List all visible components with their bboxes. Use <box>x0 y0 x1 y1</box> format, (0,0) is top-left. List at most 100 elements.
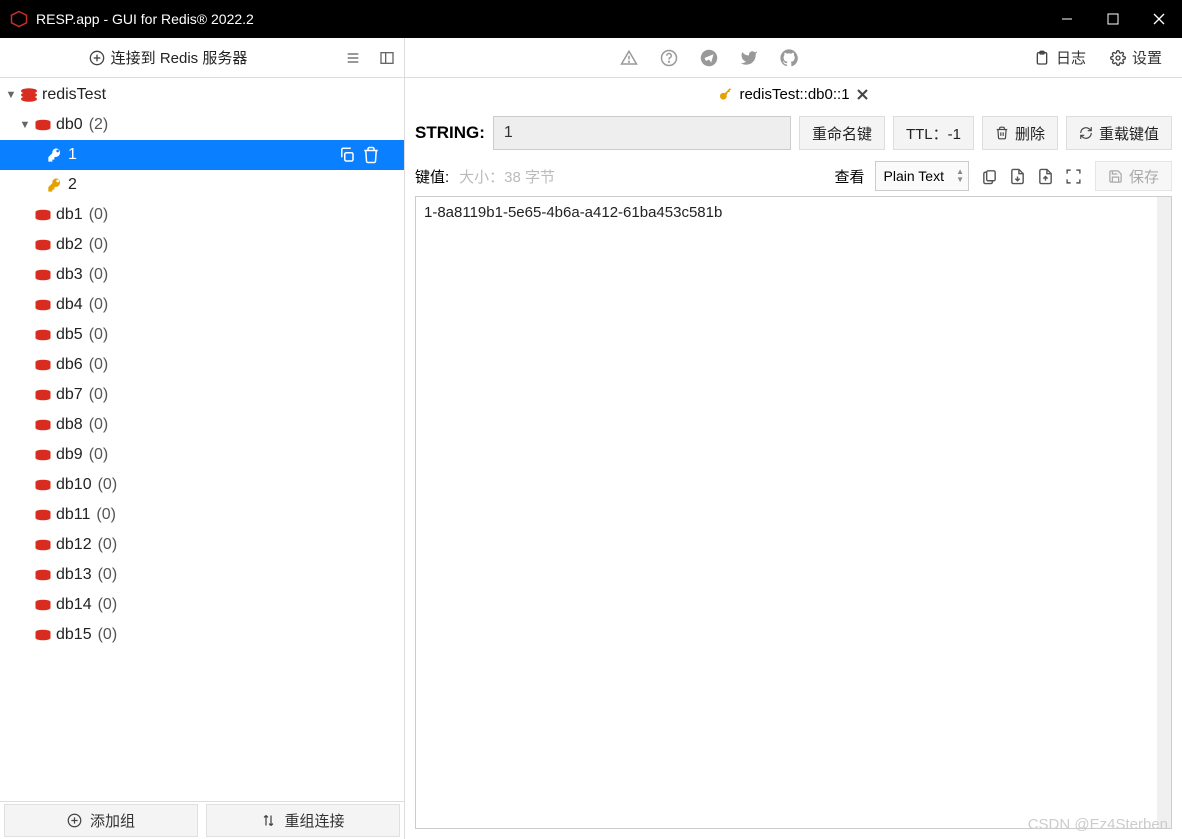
redis-icon <box>18 87 40 103</box>
window-minimize-button[interactable] <box>1044 0 1090 38</box>
view-mode-select[interactable]: Plain Text ▲▼ <box>875 161 969 191</box>
tree-database[interactable]: db1(0) <box>0 200 404 230</box>
database-icon <box>32 358 54 372</box>
tree-database[interactable]: db2(0) <box>0 230 404 260</box>
database-icon <box>32 208 54 222</box>
connection-tree[interactable]: ▼redisTest▼db0(2)12db1(0)db2(0)db3(0)db4… <box>0 78 404 801</box>
database-icon <box>32 598 54 612</box>
tree-database[interactable]: db15(0) <box>0 620 404 650</box>
tree-database[interactable]: db7(0) <box>0 380 404 410</box>
value-label: 键值: <box>415 166 449 187</box>
tree-database[interactable]: db5(0) <box>0 320 404 350</box>
database-icon <box>32 328 54 342</box>
log-label: 日志 <box>1056 47 1086 68</box>
copy-key-button[interactable] <box>338 146 356 164</box>
fullscreen-icon[interactable] <box>1063 165 1085 187</box>
trash-icon <box>995 126 1009 140</box>
reorder-label: 重组连接 <box>284 810 344 831</box>
key-toolbar: STRING: 重命名键 TTL：-1 删除 重载键值 <box>405 110 1182 156</box>
key-icon <box>44 147 66 163</box>
alert-icon[interactable] <box>620 49 638 67</box>
spinner-icon: ▲▼ <box>956 168 964 184</box>
value-text: 1-8a8119b1-5e65-4b6a-a412-61ba453c581b <box>424 204 722 221</box>
plus-circle-icon <box>89 50 105 66</box>
plus-circle-icon <box>67 813 82 828</box>
database-icon <box>32 388 54 402</box>
github-icon[interactable] <box>780 49 798 67</box>
twitter-icon[interactable] <box>740 49 758 67</box>
tree-database[interactable]: db3(0) <box>0 260 404 290</box>
tree-key[interactable]: 1 <box>0 140 404 170</box>
reload-value-button[interactable]: 重载键值 <box>1066 116 1172 150</box>
tree-database[interactable]: db6(0) <box>0 350 404 380</box>
tab-bar: redisTest::db0::1 <box>405 78 1182 110</box>
telegram-icon[interactable] <box>700 49 718 67</box>
watermark: CSDN @Ez4Sterben <box>1028 816 1168 833</box>
database-icon <box>32 508 54 522</box>
settings-button[interactable]: 设置 <box>1110 47 1162 68</box>
help-icon[interactable] <box>660 49 678 67</box>
swap-vertical-icon <box>261 813 276 828</box>
tab-title[interactable]: redisTest::db0::1 <box>739 86 849 103</box>
view-label: 查看 <box>835 166 865 187</box>
tree-database[interactable]: db10(0) <box>0 470 404 500</box>
tree-database[interactable]: db8(0) <box>0 410 404 440</box>
delete-key-button[interactable]: 删除 <box>982 116 1058 150</box>
tree-database[interactable]: db13(0) <box>0 560 404 590</box>
database-icon <box>32 118 54 132</box>
tab-close-button[interactable] <box>856 88 869 101</box>
clipboard-icon <box>1034 50 1050 66</box>
export-icon[interactable] <box>1035 165 1057 187</box>
database-icon <box>32 538 54 552</box>
tree-server[interactable]: ▼redisTest <box>0 80 404 110</box>
connect-server-button[interactable]: 连接到 Redis 服务器 <box>0 47 336 68</box>
window-close-button[interactable] <box>1136 0 1182 38</box>
database-icon <box>32 238 54 252</box>
main-toolbar: 连接到 Redis 服务器 日志 设置 <box>0 38 1182 78</box>
connect-label: 连接到 Redis 服务器 <box>111 47 248 68</box>
value-textarea[interactable]: 1-8a8119b1-5e65-4b6a-a412-61ba453c581b <box>415 196 1172 829</box>
copy-icon[interactable] <box>979 165 1001 187</box>
database-icon <box>32 418 54 432</box>
refresh-icon <box>1079 126 1093 140</box>
tree-key[interactable]: 2 <box>0 170 404 200</box>
ttl-button[interactable]: TTL：-1 <box>893 116 974 150</box>
value-toolbar: 键值: 大小：38 字节 查看 Plain Text ▲▼ 保存 <box>405 156 1182 196</box>
database-icon <box>32 268 54 282</box>
app-logo-icon <box>10 10 28 28</box>
database-icon <box>32 568 54 582</box>
scrollbar[interactable] <box>1157 197 1171 828</box>
add-group-label: 添加组 <box>90 810 135 831</box>
key-icon <box>718 87 733 102</box>
rename-key-button[interactable]: 重命名键 <box>799 116 885 150</box>
tree-database[interactable]: db4(0) <box>0 290 404 320</box>
tree-database[interactable]: db11(0) <box>0 500 404 530</box>
log-button[interactable]: 日志 <box>1034 47 1086 68</box>
key-icon <box>44 177 66 193</box>
import-icon[interactable] <box>1007 165 1029 187</box>
toggle-sidebar-button[interactable] <box>370 50 404 66</box>
collapse-all-button[interactable] <box>336 50 370 66</box>
save-button[interactable]: 保存 <box>1095 161 1172 191</box>
gear-icon <box>1110 50 1126 66</box>
window-title: RESP.app - GUI for Redis® 2022.2 <box>36 11 254 27</box>
tree-database[interactable]: ▼db0(2) <box>0 110 404 140</box>
content-area: redisTest::db0::1 STRING: 重命名键 TTL：-1 删除… <box>405 78 1182 839</box>
value-size-label: 大小：38 字节 <box>459 166 555 187</box>
add-group-button[interactable]: 添加组 <box>4 804 198 837</box>
window-maximize-button[interactable] <box>1090 0 1136 38</box>
save-icon <box>1108 169 1123 184</box>
tree-database[interactable]: db14(0) <box>0 590 404 620</box>
titlebar: RESP.app - GUI for Redis® 2022.2 <box>0 0 1182 38</box>
database-icon <box>32 448 54 462</box>
sidebar: ▼redisTest▼db0(2)12db1(0)db2(0)db3(0)db4… <box>0 78 405 839</box>
tree-database[interactable]: db12(0) <box>0 530 404 560</box>
delete-key-button[interactable] <box>362 146 380 164</box>
key-type-label: STRING: <box>415 123 485 143</box>
caret-down-icon: ▼ <box>4 89 18 101</box>
key-name-input[interactable] <box>493 116 791 150</box>
reorder-connections-button[interactable]: 重组连接 <box>206 804 400 837</box>
database-icon <box>32 298 54 312</box>
database-icon <box>32 478 54 492</box>
tree-database[interactable]: db9(0) <box>0 440 404 470</box>
